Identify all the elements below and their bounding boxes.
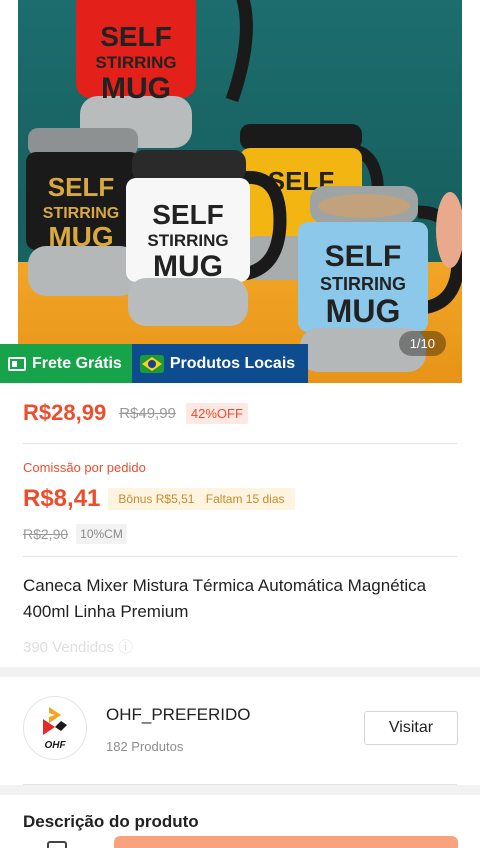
days-left: Faltam 15 dias (205, 492, 285, 506)
description-title: Descrição do produto (23, 812, 199, 831)
shop-name[interactable]: OHF_PREFERIDO (106, 705, 251, 725)
section-gap (0, 667, 480, 677)
free-shipping-badge: Frete Grátis (0, 344, 132, 383)
shop-logo-icon: OHF (43, 707, 67, 751)
divider (23, 443, 457, 444)
mugs-illustration: SELF STIRRING MUG SELF SELF STIRRING MUG (26, 0, 462, 372)
visit-shop-button[interactable]: Visitar (364, 711, 458, 745)
shop-product-count: 182 Produtos (106, 739, 184, 754)
price-row: R$28,99 R$49,99 42%OFF (23, 400, 248, 426)
promote-button[interactable] (114, 836, 458, 848)
blue-mug-line1: SELF (325, 240, 402, 273)
free-shipping-label: Frete Grátis (32, 354, 122, 372)
current-price: R$28,99 (23, 400, 107, 425)
blue-mug-line2: STIRRING (320, 274, 406, 294)
local-products-badge: Produtos Locais (131, 344, 308, 383)
product-image-carousel[interactable]: SELF STIRRING MUG SELF SELF STIRRING MUG (0, 0, 480, 383)
shop-logo-text: OHF (44, 740, 66, 751)
divider (23, 556, 457, 557)
commission-row: R$8,41 Bônus R$5,51 Faltam 15 dias (23, 485, 295, 513)
black-mug-line3: MUG (48, 221, 113, 252)
brazil-flag-icon (139, 354, 164, 373)
white-mug-line1: SELF (152, 199, 224, 230)
free-shipping-icon (8, 356, 26, 371)
product-title: Caneca Mixer Mistura Térmica Automática … (23, 576, 427, 621)
black-mug: SELF STIRRING MUG (26, 128, 140, 296)
shop-avatar[interactable]: OHF (23, 696, 87, 760)
share-icon[interactable] (47, 841, 67, 848)
red-mug-line2: STIRRING (95, 53, 176, 72)
image-counter: 1/10 (398, 331, 446, 356)
badge-bar: Frete Grátis Produtos Locais (0, 344, 308, 383)
red-mug-line3: MUG (101, 72, 171, 105)
red-mug-line1: SELF (100, 21, 172, 52)
blue-mug-line3: MUG (326, 293, 401, 329)
discount-badge: 42%OFF (185, 402, 248, 424)
old-commission: R$2,90 (23, 526, 69, 542)
commission-rate-badge: 10%CM (76, 524, 127, 544)
commission-value: R$8,41 (23, 485, 101, 512)
black-mug-line1: SELF (48, 172, 114, 202)
commission-rate-row: R$2,90 10%CM (23, 524, 127, 544)
bonus-badge: Bônus R$5,51 Faltam 15 dias (108, 488, 295, 510)
sold-count: 390 Vendidos ⓘ (23, 639, 134, 656)
bottom-action-bar (0, 832, 480, 848)
bonus-amount: Bônus R$5,51 (118, 492, 195, 506)
white-mug-line2: STIRRING (147, 231, 228, 250)
red-mug: SELF STIRRING MUG (76, 0, 253, 148)
product-photo[interactable]: SELF STIRRING MUG SELF SELF STIRRING MUG (18, 0, 462, 383)
commission-label: Comissão por pedido (23, 460, 146, 475)
white-mug-line3: MUG (153, 250, 223, 283)
section-gap (0, 785, 480, 795)
local-products-label: Produtos Locais (169, 354, 296, 372)
black-mug-line2: STIRRING (43, 205, 119, 222)
original-price: R$49,99 (119, 404, 176, 422)
